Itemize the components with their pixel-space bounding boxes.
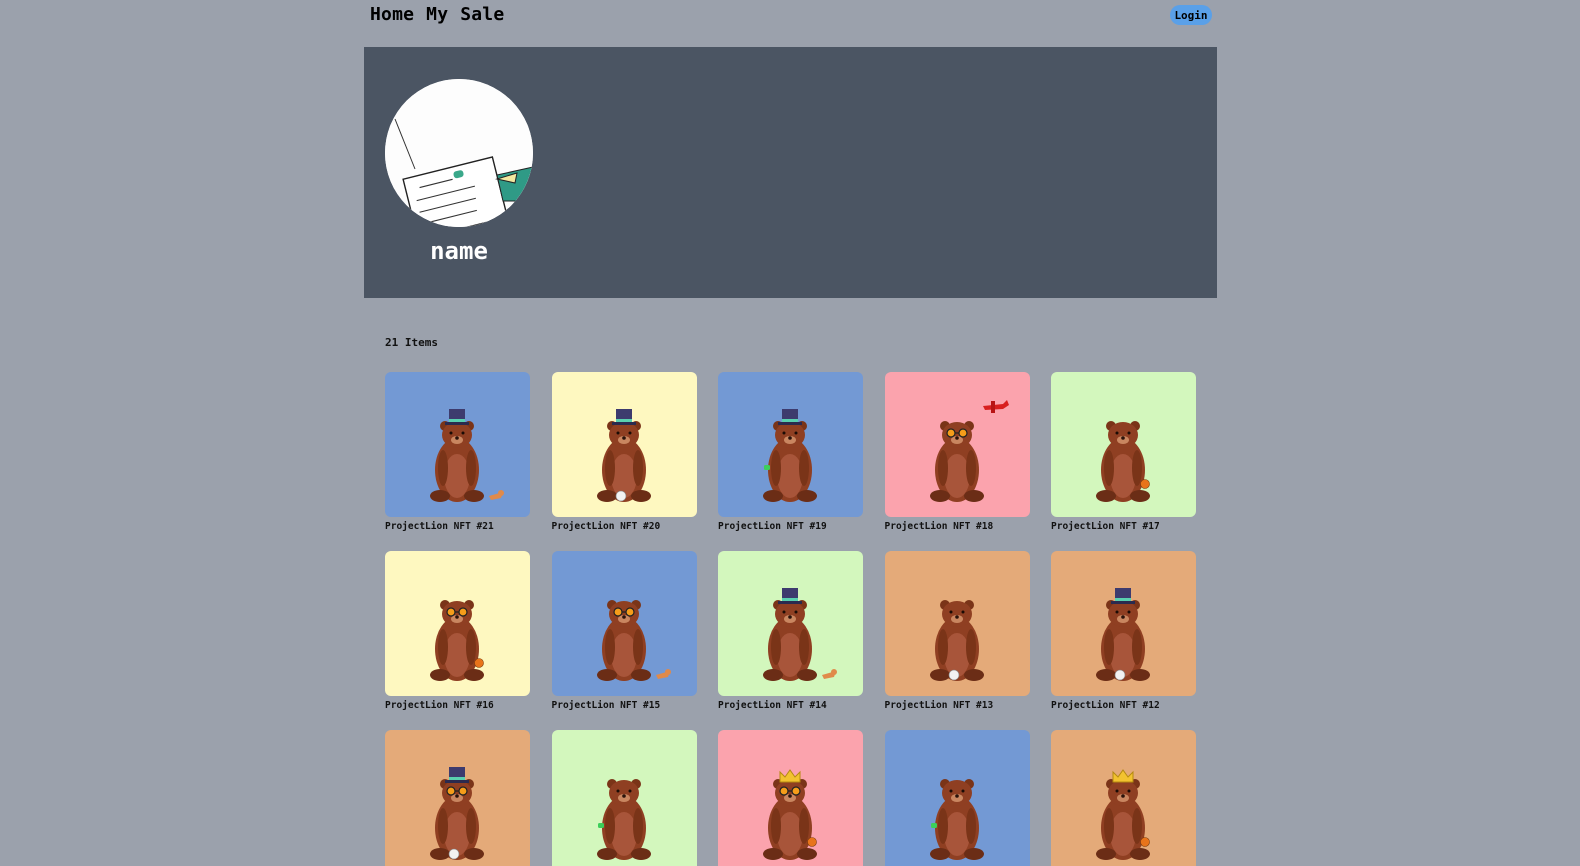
nft-grid: ProjectLion NFT #21 ProjectLion NFT #20 Pr… xyxy=(385,372,1205,866)
nft-title: ProjectLion NFT #21 xyxy=(385,521,494,532)
nft-image[interactable] xyxy=(718,551,863,696)
nft-image[interactable] xyxy=(718,730,863,866)
nft-image[interactable] xyxy=(884,372,1030,517)
nft-card[interactable] xyxy=(1051,730,1196,866)
nft-image[interactable] xyxy=(1051,551,1196,696)
nft-image[interactable] xyxy=(884,730,1030,866)
nft-title: ProjectLion NFT #19 xyxy=(718,521,827,532)
nft-card[interactable]: ProjectLion NFT #17 xyxy=(1051,372,1196,535)
items-count: 21 Items xyxy=(385,336,438,349)
nft-title: ProjectLion NFT #18 xyxy=(884,521,994,532)
nft-card[interactable]: ProjectLion NFT #20 xyxy=(551,372,697,535)
nft-title: ProjectLion NFT #20 xyxy=(551,521,661,532)
nft-card[interactable]: ProjectLion NFT #13 xyxy=(884,551,1030,714)
nav-my-link[interactable]: My xyxy=(426,4,448,25)
nft-card[interactable]: ProjectLion NFT #12 xyxy=(1051,551,1196,714)
nft-image[interactable] xyxy=(551,730,697,866)
nft-image[interactable] xyxy=(1051,372,1196,517)
nft-card[interactable] xyxy=(884,730,1030,866)
nft-title: ProjectLion NFT #14 xyxy=(718,700,827,711)
nft-image[interactable] xyxy=(551,551,697,696)
nft-card[interactable] xyxy=(385,730,530,866)
nft-title: ProjectLion NFT #12 xyxy=(1051,700,1160,711)
nft-image[interactable] xyxy=(385,551,530,696)
nft-image[interactable] xyxy=(1051,730,1196,866)
nft-title: ProjectLion NFT #17 xyxy=(1051,521,1160,532)
nft-image[interactable] xyxy=(884,551,1030,696)
nft-card[interactable] xyxy=(718,730,863,866)
nft-title: ProjectLion NFT #15 xyxy=(551,700,661,711)
nft-card[interactable]: ProjectLion NFT #15 xyxy=(551,551,697,714)
nft-image[interactable] xyxy=(385,372,530,517)
profile-name: name xyxy=(430,237,488,265)
nft-card[interactable]: ProjectLion NFT #21 xyxy=(385,372,530,535)
nft-image[interactable] xyxy=(718,372,863,517)
nft-title: ProjectLion NFT #13 xyxy=(884,700,994,711)
nft-title: ProjectLion NFT #16 xyxy=(385,700,494,711)
avatar-image xyxy=(385,79,533,227)
nft-card[interactable]: ProjectLion NFT #16 xyxy=(385,551,530,714)
nav-home-link[interactable]: Home xyxy=(370,4,414,25)
nft-image[interactable] xyxy=(551,372,697,517)
avatar[interactable] xyxy=(385,79,533,227)
nav-sale-link[interactable]: Sale xyxy=(460,4,504,25)
nft-card[interactable] xyxy=(551,730,697,866)
nft-card[interactable]: ProjectLion NFT #14 xyxy=(718,551,863,714)
login-button[interactable]: Login xyxy=(1170,5,1212,25)
nft-card[interactable]: ProjectLion NFT #18 xyxy=(884,372,1030,535)
profile-banner: name xyxy=(364,47,1217,298)
nft-image[interactable] xyxy=(385,730,530,866)
top-nav: Home My Sale xyxy=(370,4,504,25)
nft-card[interactable]: ProjectLion NFT #19 xyxy=(718,372,863,535)
